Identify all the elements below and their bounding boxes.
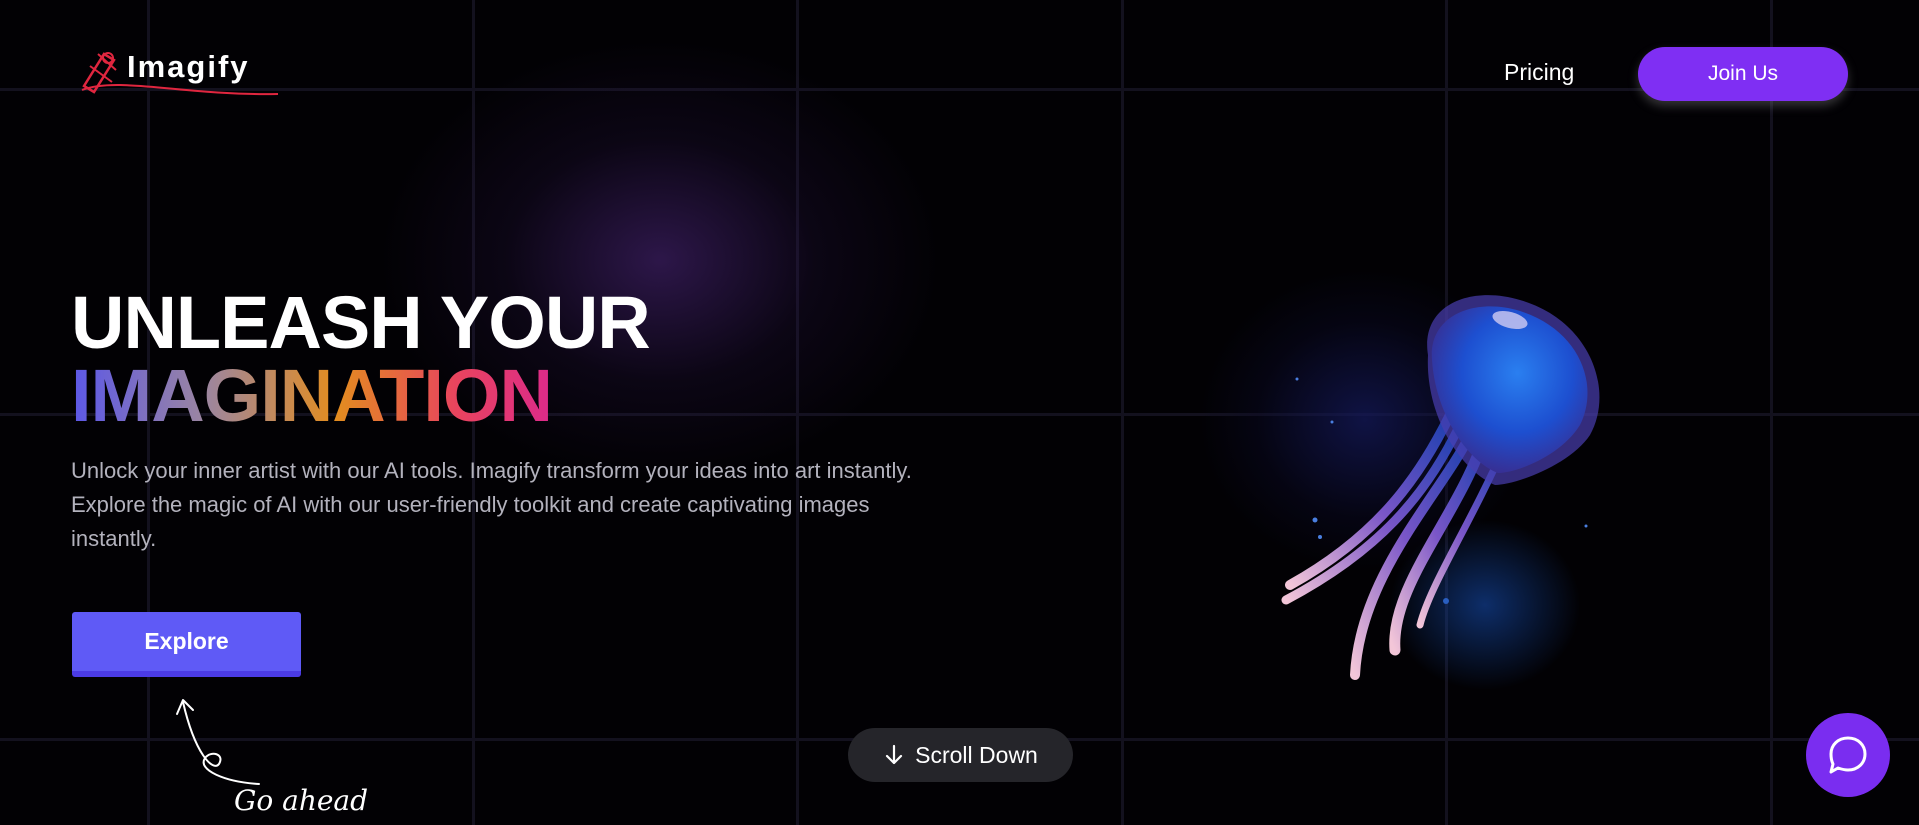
hero-description: Unlock your inner artist with our AI too… [71, 458, 912, 551]
go-ahead-hint: Go ahead [234, 784, 369, 817]
jellyfish-illustration [1281, 295, 1600, 680]
curved-arrow-icon [176, 699, 260, 785]
join-us-button[interactable]: Join Us [1638, 47, 1848, 101]
chat-bubble-icon [1829, 736, 1867, 774]
explore-button[interactable]: Explore [72, 612, 301, 677]
hero-title-line2: IMAGINATION [71, 354, 553, 437]
scroll-down-label: Scroll Down [915, 741, 1038, 768]
brand-name: Imagify [127, 49, 250, 84]
chat-button[interactable] [1806, 713, 1890, 797]
hero-title: UNLEASH YOUR IMAGINATION [71, 281, 651, 437]
arrow-down-icon [886, 744, 903, 765]
nav-pricing-link[interactable]: Pricing [1504, 59, 1574, 86]
scroll-down-button[interactable]: Scroll Down [848, 728, 1073, 782]
hero-title-line1: UNLEASH YOUR [71, 281, 651, 364]
